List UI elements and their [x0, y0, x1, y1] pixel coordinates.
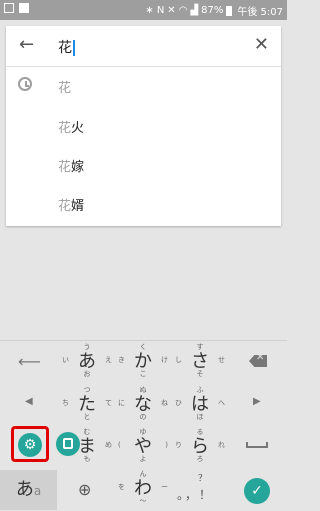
- kana-key[interactable]: ふ ひ は へ ほ: [173, 385, 227, 421]
- cursor-right-icon[interactable]: ▶: [253, 396, 261, 407]
- status-bar: ∗ N ✕ ◠ ▟ 87% 午後 5:07: [0, 0, 287, 20]
- suggestion-item[interactable]: 花火: [6, 106, 281, 144]
- input-mode-toggle[interactable]: あa: [0, 470, 57, 510]
- nfc-icon: N: [156, 5, 165, 16]
- handwriting-icon[interactable]: [56, 432, 80, 456]
- gallery-notification-icon: [4, 3, 14, 13]
- enter-check-icon[interactable]: ✓: [244, 478, 270, 504]
- battery-percent: 87%: [201, 5, 224, 16]
- cursor-left-icon[interactable]: ◀: [25, 396, 33, 407]
- signal-icon: ▟: [190, 5, 199, 16]
- text-caret: [73, 40, 75, 56]
- app-notification-icon: [19, 3, 29, 13]
- punctuation-key[interactable]: 。，！: [177, 486, 213, 503]
- suggestion-item[interactable]: 花婿: [6, 184, 281, 222]
- kana-key[interactable]: つ ち た て と: [60, 385, 114, 421]
- search-bar: ← 花 ✕: [6, 26, 281, 67]
- kana-key[interactable]: ぬ に な ね の: [116, 385, 170, 421]
- bluetooth-icon: ∗: [145, 5, 154, 16]
- kana-key[interactable]: す し さ せ そ: [173, 342, 227, 378]
- close-icon[interactable]: ✕: [254, 34, 269, 55]
- space-icon[interactable]: [246, 442, 268, 448]
- keyboard-bottom-row: あa ⊕ 。，！ ✓: [0, 470, 287, 510]
- kana-key[interactable]: う い あ え お: [60, 342, 114, 378]
- kana-key[interactable]: く き か け こ: [116, 342, 170, 378]
- search-card: ← 花 ✕ 花 花火 花嫁 花婿: [6, 26, 281, 226]
- wifi-icon: ◠: [178, 5, 188, 16]
- mute-icon: ✕: [167, 5, 176, 16]
- undo-icon[interactable]: ⟵: [18, 352, 41, 371]
- battery-icon: [226, 5, 233, 16]
- suggestion-item[interactable]: 花嫁: [6, 145, 281, 183]
- kana-key[interactable]: ゆ ( や ) よ: [116, 427, 170, 463]
- search-input[interactable]: 花: [58, 37, 75, 57]
- suggestion-item[interactable]: 花: [6, 66, 281, 104]
- history-icon: [18, 77, 32, 91]
- kana-key[interactable]: る り ら れ ろ: [173, 427, 227, 463]
- globe-icon[interactable]: ⊕: [78, 480, 91, 499]
- gear-icon[interactable]: ⚙: [18, 433, 42, 457]
- arrow-back-icon[interactable]: ←: [19, 34, 34, 55]
- clock: 午後 5:07: [237, 7, 283, 18]
